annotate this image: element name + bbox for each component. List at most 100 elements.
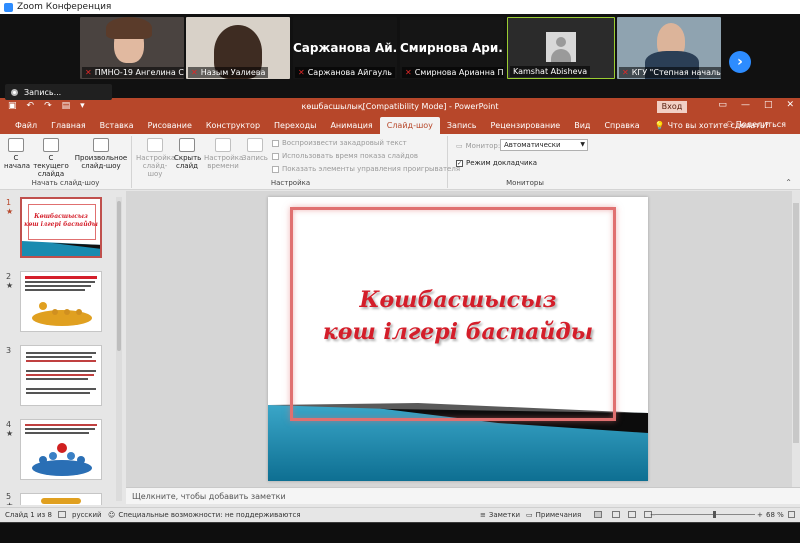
zoom-in-icon[interactable]: + [757, 511, 763, 519]
comments-button[interactable]: ▭ Примечания [526, 511, 581, 519]
slide-thumbnail-1[interactable]: Көшбасшысыз көш ілгері баспайды [20, 197, 102, 258]
participant-display-name: Смирнова Ари... [400, 41, 504, 55]
maximize-icon[interactable]: □ [764, 100, 773, 110]
chevron-down-icon: ▼ [580, 141, 585, 148]
normal-view-icon[interactable] [594, 511, 602, 518]
record-slideshow-button[interactable]: Запись [242, 138, 268, 162]
notes-icon: ≡ [480, 511, 486, 519]
hide-slide-icon [179, 138, 195, 152]
participant-name: Смирнова Арианна П... [414, 68, 504, 77]
screen: Zoom Конференция ✕ ПМНО-19 Ангелина С... … [0, 0, 800, 543]
participant-tile[interactable]: ✕ ПМНО-19 Ангелина С... [80, 17, 184, 79]
mic-muted-icon: ✕ [622, 68, 629, 77]
lightbulb-icon: 💡 [654, 121, 665, 130]
hide-slide-button[interactable]: Скрыть слайд [174, 138, 201, 170]
reading-view-icon[interactable] [628, 511, 636, 518]
tab-4[interactable]: Рисование [141, 121, 199, 134]
slideshow-current-icon [43, 138, 59, 152]
zoom-slider[interactable] [655, 511, 755, 518]
slide-title-line2[interactable]: көш ілгері баспайды [268, 319, 648, 345]
play-narrations-checkbox[interactable]: Воспроизвести закадровый текст [272, 139, 407, 147]
slide-counter: Слайд 1 из 8 [5, 511, 52, 519]
participant-tile[interactable]: ✕ Назым Уалиева [186, 17, 290, 79]
monitor-select[interactable]: Автоматически ▼ [500, 139, 588, 151]
ribbon-slideshow: С начала С текущего слайда Произвольное … [0, 134, 800, 190]
tab-3[interactable]: Вставка [93, 121, 141, 134]
share-button[interactable]: ⚇ Поделиться [726, 120, 786, 129]
mic-muted-icon: ✕ [85, 68, 92, 77]
participant-name: Kamshat Abisheva [513, 67, 588, 76]
use-timings-checkbox[interactable]: Использовать время показа слайдов [272, 152, 418, 160]
slide-number: 3 [6, 346, 12, 355]
sign-in-button[interactable]: Вход [657, 101, 687, 113]
notes-button[interactable]: ≡ Заметки [480, 511, 520, 519]
collapse-ribbon-icon[interactable]: ⌃ [785, 178, 792, 187]
custom-slideshow-button[interactable]: Произвольное слайд-шоу [74, 138, 128, 170]
participant-tile[interactable]: ✕ КГУ "Степная началь... [617, 17, 721, 79]
thumbnail-scrollbar[interactable] [116, 197, 122, 501]
mic-muted-icon: ✕ [298, 68, 305, 77]
tab-7[interactable]: Анимация [323, 121, 379, 134]
tab-6[interactable]: Переходы [267, 121, 323, 134]
rehearse-timings-button[interactable]: Настройка времени [204, 138, 243, 170]
recording-label: Запись... [24, 87, 62, 97]
tab-1[interactable]: Файл [8, 121, 44, 134]
setup-slideshow-icon [147, 138, 163, 152]
tab-9[interactable]: Запись [440, 121, 484, 134]
slide-number: 2 [6, 272, 12, 281]
zoom-out-icon[interactable]: − [650, 511, 656, 519]
setup-slideshow-button[interactable]: Настройка слайд-шоу [136, 138, 175, 178]
slide-thumbnail-pane: 1 ★ Көшбасшысыз көш ілгері баспайды 2 ★ 3 [0, 191, 124, 505]
participant-tile[interactable]: Kamshat Abisheva [507, 17, 615, 79]
close-icon[interactable]: ✕ [786, 100, 794, 110]
record-icon [11, 88, 18, 96]
animation-star-icon: ★ [6, 501, 13, 505]
from-beginning-button[interactable]: С начала [4, 138, 30, 170]
comment-icon: ▭ [526, 511, 533, 519]
accessibility-status[interactable]: ☺ Специальные возможности: не поддерживаю… [108, 511, 301, 519]
fit-to-window-icon[interactable] [788, 511, 795, 518]
zoom-level[interactable]: 68 % [766, 511, 784, 519]
avatar [546, 32, 576, 62]
mic-muted-icon: ✕ [405, 68, 412, 77]
participant-tile[interactable]: Смирнова Ари... ✕ Смирнова Арианна П... [400, 17, 504, 79]
tab-10[interactable]: Рецензирование [483, 121, 567, 134]
tab-5[interactable]: Конструктор [199, 121, 267, 134]
slide-sorter-icon[interactable] [612, 511, 620, 518]
presenter-view-checkbox[interactable]: ✓ Режим докладчика [456, 159, 537, 167]
status-bar: Слайд 1 из 8 русский ☺ Специальные возмож… [0, 507, 800, 522]
slide-title-line1[interactable]: Көшбасшысыз [268, 287, 648, 313]
zoom-slider-thumb[interactable] [713, 511, 716, 518]
record-slideshow-icon [247, 138, 263, 152]
language-indicator[interactable]: русский [72, 511, 102, 519]
notes-pane[interactable]: Щелкните, чтобы добавить заметки [126, 487, 800, 504]
animation-star-icon: ★ [6, 429, 14, 438]
ribbon-display-icon[interactable]: ▭ [718, 100, 727, 110]
recording-indicator[interactable]: Запись... [5, 84, 112, 100]
next-page-button[interactable]: › [729, 51, 751, 73]
group-label: Начать слайд-шоу [31, 179, 100, 187]
show-media-controls-checkbox[interactable]: Показать элементы управления проигрывате… [272, 165, 460, 173]
mic-muted-icon: ✕ [191, 68, 198, 77]
tab-11[interactable]: Вид [567, 121, 597, 134]
slide-thumbnail-2[interactable] [20, 271, 102, 332]
tab-2[interactable]: Главная [44, 121, 93, 134]
current-slide[interactable]: Көшбасшысыз көш ілгері баспайды [268, 197, 648, 481]
participant-tile[interactable]: Саржанова Ай... ✕ Саржанова Айгауль [293, 17, 397, 79]
participant-display-name: Саржанова Ай... [293, 41, 397, 55]
slide-number: 5 [6, 492, 12, 501]
group-setup: Настройка слайд-шоу Скрыть слайд Настрой… [134, 136, 460, 188]
slide-thumbnail-5[interactable] [20, 493, 102, 505]
minimize-icon[interactable]: — [741, 100, 750, 110]
editor-scrollbar[interactable] [792, 191, 800, 487]
slide-number: 4 [6, 420, 12, 429]
from-current-slide-button[interactable]: С текущего слайда [30, 138, 72, 178]
notes-placeholder: Щелкните, чтобы добавить заметки [132, 492, 286, 501]
spellcheck-icon[interactable] [58, 511, 66, 518]
slide-thumbnail-3[interactable] [20, 345, 102, 406]
tab-12[interactable]: Справка [597, 121, 646, 134]
ribbon-tabs: Файл Главная Вставка Рисование Конструктор Пе… [0, 116, 800, 134]
monitor-label: ▭ Монитор: [456, 142, 501, 150]
slide-thumbnail-4[interactable] [20, 419, 102, 480]
tab-8[interactable]: Слайд-шоу [379, 117, 440, 134]
